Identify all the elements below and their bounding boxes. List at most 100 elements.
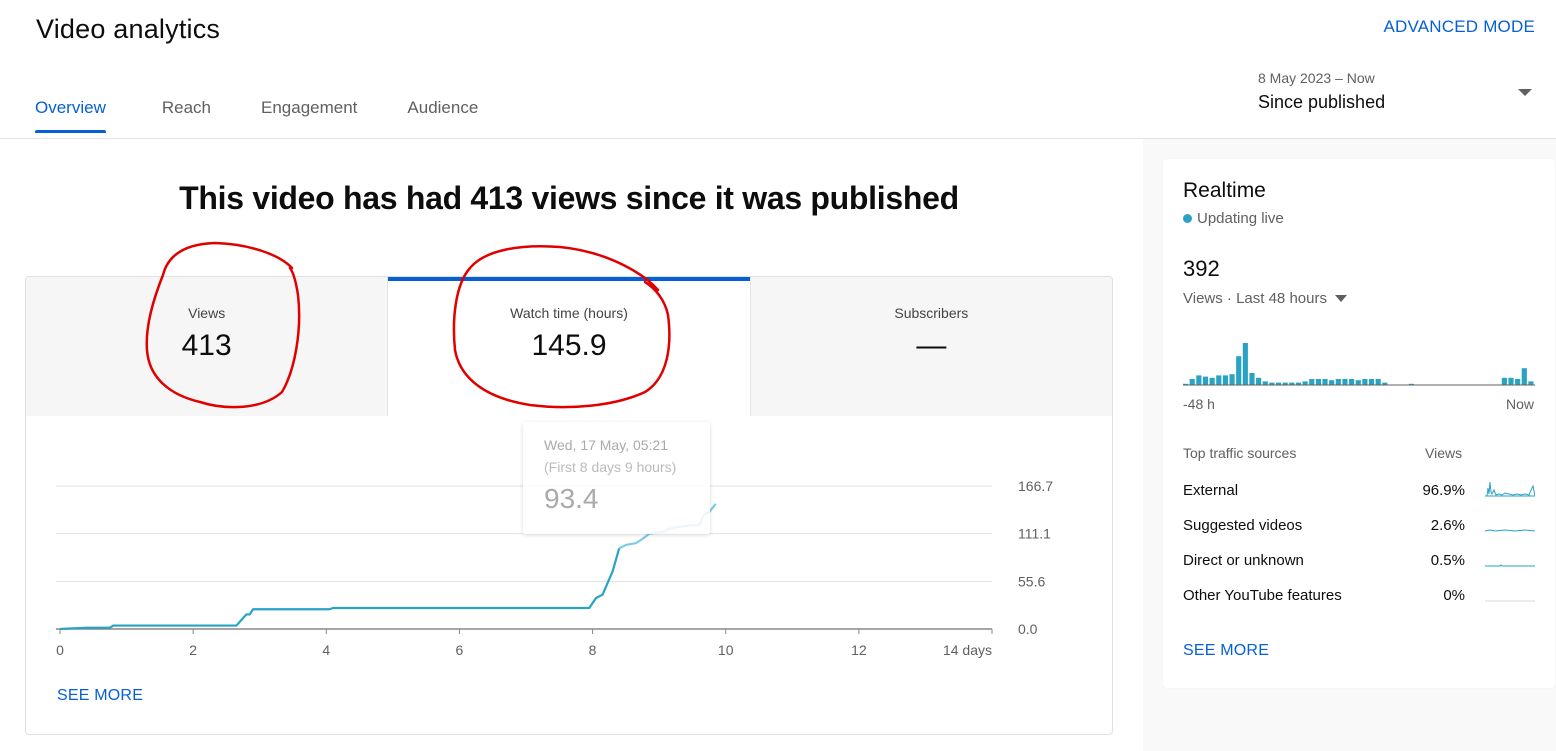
chart-tooltip: Wed, 17 May, 05:21 (First 8 days 9 hours… <box>523 422 710 534</box>
advanced-mode-link[interactable]: ADVANCED MODE <box>1383 17 1535 37</box>
realtime-bar-chart <box>1183 343 1535 386</box>
realtime-bar <box>1315 379 1321 385</box>
realtime-bar <box>1236 356 1242 385</box>
traffic-source-row: External 96.9% <box>1183 481 1535 502</box>
metric-tab-subscribers[interactable]: Subscribers — <box>750 277 1112 416</box>
y-tick-label: 0.0 <box>1018 621 1038 637</box>
metric-label: Subscribers <box>894 305 969 321</box>
overview-card: Views 413 Watch time (hours) 145.9 Subsc… <box>25 276 1113 735</box>
realtime-bar <box>1521 368 1527 385</box>
realtime-title: Realtime <box>1183 179 1266 202</box>
tab-bar: Overview Reach Engagement Audience <box>35 98 528 133</box>
realtime-bar <box>1501 377 1507 385</box>
traffic-source-name: Suggested videos <box>1183 517 1303 534</box>
traffic-sparkline <box>1485 529 1535 532</box>
metric-label: Watch time (hours) <box>510 305 628 321</box>
tab-engagement[interactable]: Engagement <box>261 98 357 133</box>
realtime-bar <box>1229 374 1235 385</box>
tab-audience[interactable]: Audience <box>407 98 478 133</box>
realtime-bar <box>1309 379 1315 385</box>
date-range-dates: 8 May 2023 – Now <box>1258 70 1375 86</box>
date-range-dropdown[interactable]: 8 May 2023 – Now Since published <box>1258 70 1542 122</box>
metric-value: — <box>916 329 947 362</box>
live-dot-icon <box>1183 214 1192 223</box>
realtime-axis-end: Now <box>1505 396 1534 412</box>
realtime-bar <box>1256 377 1262 385</box>
metric-tab-watch-time[interactable]: Watch time (hours) 145.9 <box>387 277 751 416</box>
traffic-source-pct: 2.6% <box>1430 517 1465 534</box>
tooltip-date: Wed, 17 May, 05:21 <box>544 437 668 453</box>
realtime-bar <box>1302 381 1308 385</box>
x-tick-label: 10 <box>718 642 734 658</box>
traffic-source-pct: 0.5% <box>1430 552 1465 569</box>
realtime-status: Updating live <box>1183 210 1284 227</box>
realtime-bar <box>1202 376 1209 385</box>
x-tick-label: 2 <box>189 642 197 658</box>
traffic-source-row: Suggested videos 2.6% <box>1183 517 1535 537</box>
caret-down-icon <box>1334 295 1347 302</box>
realtime-card: Realtime Updating live 392 Views · Last … <box>1163 159 1555 688</box>
realtime-bar <box>1249 373 1255 385</box>
tooltip-value: 93.4 <box>544 483 599 514</box>
date-range-label: Since published <box>1258 92 1386 112</box>
x-tick-label: 14 days <box>943 642 992 658</box>
realtime-period-label: Views · Last 48 hours <box>1183 290 1327 307</box>
metric-value: 145.9 <box>531 329 607 362</box>
traffic-views-header: Views <box>1425 445 1463 461</box>
realtime-bar <box>1242 343 1248 385</box>
metric-value: 413 <box>181 329 232 362</box>
traffic-sparkline <box>1485 600 1535 602</box>
watch-time-chart-area: 0.0 55.6 111.1 166.7 0 2 4 6 8 10 12 14 days Wed, 1… <box>26 416 1112 734</box>
realtime-see-more-link[interactable]: SEE MORE <box>1183 642 1269 660</box>
x-tick-label: 8 <box>589 642 597 658</box>
see-more-link[interactable]: SEE MORE <box>57 687 143 705</box>
realtime-bar <box>1355 380 1361 385</box>
x-tick-label: 12 <box>851 642 867 658</box>
x-tick-label: 0 <box>56 642 64 658</box>
x-tick-label: 6 <box>456 642 464 658</box>
traffic-source-row: Other YouTube features 0% <box>1183 587 1535 607</box>
realtime-bar <box>1189 379 1195 385</box>
caret-down-icon <box>1518 89 1532 96</box>
realtime-period-dropdown[interactable]: Views · Last 48 hours <box>1183 290 1347 307</box>
realtime-count: 392 <box>1183 256 1220 281</box>
tab-reach[interactable]: Reach <box>162 98 211 133</box>
metric-label: Views <box>188 305 226 321</box>
realtime-bar <box>1342 379 1348 385</box>
traffic-source-name: Other YouTube features <box>1183 587 1342 604</box>
realtime-bar <box>1329 380 1335 385</box>
realtime-bar <box>1375 379 1381 385</box>
realtime-bar <box>1209 377 1215 385</box>
y-tick-label: 166.7 <box>1018 478 1053 494</box>
realtime-axis-start: -48 h <box>1183 396 1215 412</box>
tab-overview[interactable]: Overview <box>35 98 106 133</box>
realtime-bar <box>1216 375 1222 385</box>
metric-tabs: Views 413 Watch time (hours) 145.9 Subsc… <box>26 277 1112 416</box>
realtime-bar <box>1515 379 1521 385</box>
watch-time-series-line <box>59 548 621 631</box>
realtime-bar <box>1222 375 1228 385</box>
realtime-bar <box>1368 379 1375 385</box>
tooltip-period: (First 8 days 9 hours) <box>544 459 677 475</box>
traffic-source-name: Direct or unknown <box>1183 552 1304 569</box>
traffic-source-pct: 96.9% <box>1422 482 1465 499</box>
summary-headline: This video has had 413 views since it wa… <box>179 180 959 216</box>
traffic-sources-header: Top traffic sources <box>1183 445 1297 461</box>
page-title: Video analytics <box>36 14 221 44</box>
realtime-bar <box>1322 379 1328 385</box>
traffic-sparkline <box>1485 564 1535 567</box>
realtime-bar <box>1528 381 1534 385</box>
metric-tab-views[interactable]: Views 413 <box>26 277 388 416</box>
realtime-bar <box>1349 379 1355 385</box>
traffic-sparkline <box>1485 481 1535 497</box>
traffic-source-row: Direct or unknown 0.5% <box>1183 552 1535 572</box>
realtime-status-label: Updating live <box>1197 210 1284 227</box>
y-tick-label: 111.1 <box>1018 526 1051 542</box>
realtime-bar <box>1335 379 1341 385</box>
y-tick-label: 55.6 <box>1018 573 1045 589</box>
realtime-bar <box>1508 377 1514 385</box>
realtime-bar <box>1262 381 1268 385</box>
traffic-source-name: External <box>1183 482 1239 499</box>
video-analytics-page: Video analytics ADVANCED MODE Overview R… <box>0 0 1556 751</box>
x-tick-label: 4 <box>322 642 330 658</box>
